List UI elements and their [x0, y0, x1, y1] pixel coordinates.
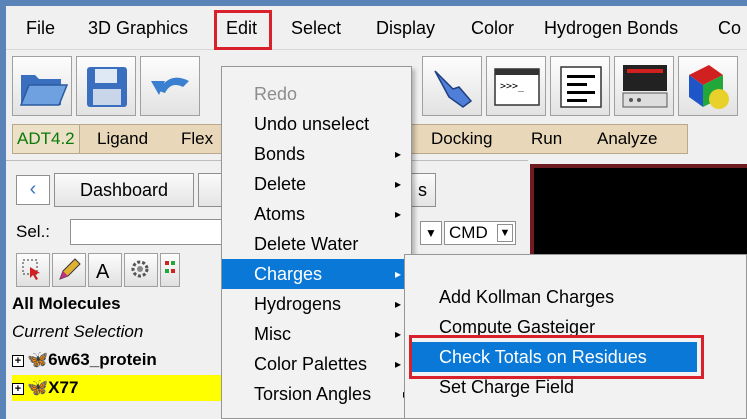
menu-hydrogen-bonds[interactable]: Hydrogen Bonds	[544, 6, 678, 50]
cmd-dropdown[interactable]: CMD ▼	[444, 221, 516, 245]
submenu-item-add-kollman-charges[interactable]: Add Kollman Charges	[405, 282, 705, 312]
selection-input[interactable]	[70, 219, 230, 245]
tree-current-selection[interactable]: Current Selection	[12, 319, 143, 345]
select-cursor-icon	[22, 259, 40, 280]
menu-display[interactable]: Display	[376, 6, 435, 50]
terminal-window-icon: >>>_	[494, 68, 540, 106]
menu-item-label: Redo	[254, 84, 298, 104]
menu-item-label: Atoms	[254, 204, 306, 224]
menu-item-label: Delete	[254, 174, 307, 194]
submenu-arrow-icon: ▸	[394, 297, 401, 311]
svg-text:A: A	[96, 261, 110, 283]
tree-item-x77[interactable]: + 🦋X77	[12, 375, 252, 401]
color-molecule-button[interactable]	[678, 56, 738, 116]
gears-icon	[131, 260, 149, 278]
menu-item-label: Torsion Angles	[254, 384, 372, 404]
menu-item-label: Delete Water	[254, 234, 359, 254]
tab-adt42[interactable]: ADT4.2	[13, 125, 80, 153]
letter-a-icon: A	[96, 261, 110, 283]
open-folder-icon	[19, 75, 69, 106]
menu-file[interactable]: File	[26, 6, 55, 50]
dropdown-arrow-icon: ▼	[497, 224, 513, 242]
display-settings-button[interactable]	[614, 56, 674, 116]
tab-analyze[interactable]: Analyze	[597, 125, 657, 153]
molecule-icon: 🦋	[27, 350, 49, 369]
tab-run[interactable]: Run	[531, 125, 562, 153]
edit-menu-annotation-box	[214, 10, 272, 50]
menu-select[interactable]: Select	[291, 6, 341, 50]
menu-item-label: Undo unselect	[254, 114, 370, 134]
pick-hand-button[interactable]	[422, 56, 482, 116]
menu-item-bonds[interactable]: Bonds ▸	[222, 139, 411, 169]
colored-bars-icon	[165, 261, 175, 273]
menu-item-label: Hydrogens	[254, 294, 342, 314]
menu-item-delete[interactable]: Delete ▸	[222, 169, 411, 199]
monitor-panel-icon	[622, 65, 668, 108]
submenu-arrow-icon: ▸	[394, 327, 401, 341]
collapse-panel-button[interactable]: ‹	[16, 175, 50, 205]
menu-item-label: Bonds	[254, 144, 306, 164]
menubar: File 3D Graphics Edit Select Display Col…	[6, 6, 747, 50]
dropdown-arrow-icon: ▼	[425, 226, 437, 240]
colored-cube-sphere-icon	[689, 65, 729, 109]
floppy-disk-icon	[87, 67, 127, 107]
menu-item-hydrogens[interactable]: Hydrogens ▸	[222, 289, 411, 319]
python-shell-button[interactable]: >>>_	[486, 56, 546, 116]
menu-item-label: Color Palettes	[254, 354, 368, 374]
tree-all-molecules[interactable]: All Molecules	[12, 291, 121, 317]
menu-item-atoms[interactable]: Atoms ▸	[222, 199, 411, 229]
tab-flex[interactable]: Flex	[181, 125, 213, 153]
check-totals-annotation-box	[409, 335, 704, 379]
menu-color[interactable]: Color	[471, 6, 514, 50]
back-arrow-icon: ‹	[29, 178, 37, 200]
menu-item-torsion-angles[interactable]: Torsion Angles▸	[222, 379, 411, 409]
select-tool-button[interactable]	[16, 253, 50, 287]
menu-item-misc[interactable]: Misc ▸	[222, 319, 411, 349]
text-log-button[interactable]	[550, 56, 610, 116]
tab-ligand[interactable]: Ligand	[97, 125, 148, 153]
submenu-arrow-icon: ▸	[394, 207, 401, 221]
tree-item-label: X77	[48, 378, 79, 397]
open-folder-button[interactable]	[12, 56, 72, 116]
menu-item-undo-unselect[interactable]: Undo unselect	[222, 109, 411, 139]
edit-dropdown-menu: Redo Undo unselect Bonds ▸ Delete ▸ Atoms ▸…	[221, 66, 412, 419]
menu-item-charges[interactable]: Charges ▸	[222, 259, 411, 289]
dashboard-tab[interactable]: Dashboard	[54, 173, 194, 207]
pencil-icon	[59, 258, 81, 280]
undo-arrow-icon	[151, 77, 189, 95]
text-lines-icon	[560, 66, 602, 108]
expand-icon[interactable]: +	[12, 383, 24, 395]
svg-text:>>>_: >>>_	[500, 81, 525, 92]
undo-button[interactable]	[140, 56, 200, 116]
save-button[interactable]	[76, 56, 136, 116]
selection-label: Sel.:	[16, 222, 51, 241]
molecule-icon: 🦋	[27, 378, 49, 397]
label-tool-button[interactable]: A	[88, 253, 122, 287]
menu-item-label: Charges	[254, 264, 323, 284]
cmd-dropdown-label: CMD	[449, 223, 488, 242]
pointing-hand-icon	[434, 70, 473, 108]
selection-tools: A	[16, 253, 226, 287]
menu-co-truncated[interactable]: Co	[718, 6, 741, 50]
atom-list-button[interactable]	[160, 253, 180, 287]
submenu-arrow-icon: ▸	[394, 147, 401, 161]
submenu-arrow-icon: ▸	[394, 267, 401, 281]
menu-item-color-palettes[interactable]: Color Palettes ▸	[222, 349, 411, 379]
submenu-arrow-icon: ▸	[394, 357, 401, 371]
column-dropdown-button[interactable]: ▼	[420, 221, 442, 245]
menu-item-label: Misc	[254, 324, 291, 344]
tree-item-6w63-protein[interactable]: + 🦋6w63_protein	[12, 347, 157, 373]
menu-item-delete-water[interactable]: Delete Water	[222, 229, 411, 259]
expand-icon[interactable]: +	[12, 355, 24, 367]
tab-docking[interactable]: Docking	[431, 125, 492, 153]
submenu-arrow-icon: ▸	[394, 177, 401, 191]
tree-item-label: 6w63_protein	[48, 350, 157, 369]
settings-tool-button[interactable]	[124, 253, 158, 287]
menu-item-redo[interactable]: Redo	[222, 79, 411, 109]
menu-3d-graphics[interactable]: 3D Graphics	[88, 6, 188, 50]
pencil-tool-button[interactable]	[52, 253, 86, 287]
